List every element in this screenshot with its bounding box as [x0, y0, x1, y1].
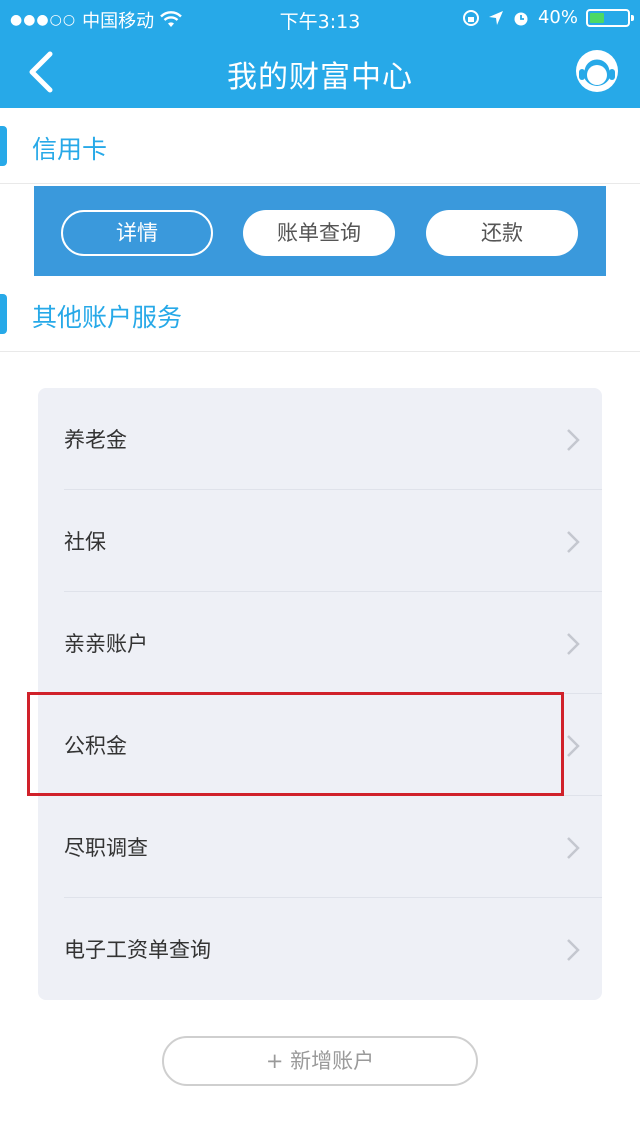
list-item-label: 社保	[64, 530, 106, 554]
chevron-right-icon	[567, 531, 580, 553]
list-item-family-account[interactable]: 亲亲账户	[38, 592, 602, 694]
list-item-label: 养老金	[64, 428, 127, 452]
app-header: ●●●○○ 中国移动 下午3:13 40% 我的财富中心	[0, 0, 640, 108]
alarm-icon	[514, 12, 528, 25]
chevron-right-icon	[567, 939, 580, 961]
nav-bar: 我的财富中心	[0, 36, 640, 108]
battery-percent: 40%	[537, 7, 578, 28]
customer-service-icon[interactable]	[574, 48, 620, 94]
location-icon	[488, 10, 503, 25]
list-item-label: 尽职调查	[64, 836, 148, 860]
list-item-label: 电子工资单查询	[64, 938, 211, 962]
other-services-section-header: 其他账户服务	[0, 276, 640, 352]
battery-icon	[586, 8, 634, 27]
add-account-button[interactable]: + 新增账户	[162, 1036, 478, 1086]
page-title: 我的财富中心	[227, 60, 413, 95]
chevron-right-icon	[567, 633, 580, 655]
orientation-lock-icon	[462, 9, 479, 26]
details-button[interactable]: 详情	[61, 210, 213, 256]
chevron-right-icon	[567, 429, 580, 451]
chevron-right-icon	[567, 837, 580, 859]
battery-fill	[590, 12, 605, 23]
credit-card-section-header: 信用卡	[0, 108, 640, 184]
section-accent-bar	[0, 294, 7, 334]
list-item-label: 亲亲账户	[64, 632, 148, 656]
list-item-social-security[interactable]: 社保	[38, 490, 602, 592]
list-item-payslip-query[interactable]: 电子工资单查询	[38, 898, 602, 1000]
list-item-pension[interactable]: 养老金	[38, 388, 602, 490]
credit-card-actions: 详情 账单查询 还款	[34, 186, 606, 276]
status-right: 40%	[462, 7, 634, 28]
other-services-section-label: 其他账户服务	[32, 303, 183, 332]
bill-query-button[interactable]: 账单查询	[243, 210, 395, 256]
chevron-right-icon	[567, 735, 580, 757]
repayment-button[interactable]: 还款	[426, 210, 578, 256]
section-accent-bar	[0, 126, 7, 166]
highlight-box	[27, 692, 564, 796]
list-item-due-diligence[interactable]: 尽职调查	[38, 796, 602, 898]
status-bar: ●●●○○ 中国移动 下午3:13 40%	[0, 0, 640, 36]
credit-card-section-label: 信用卡	[32, 135, 108, 164]
